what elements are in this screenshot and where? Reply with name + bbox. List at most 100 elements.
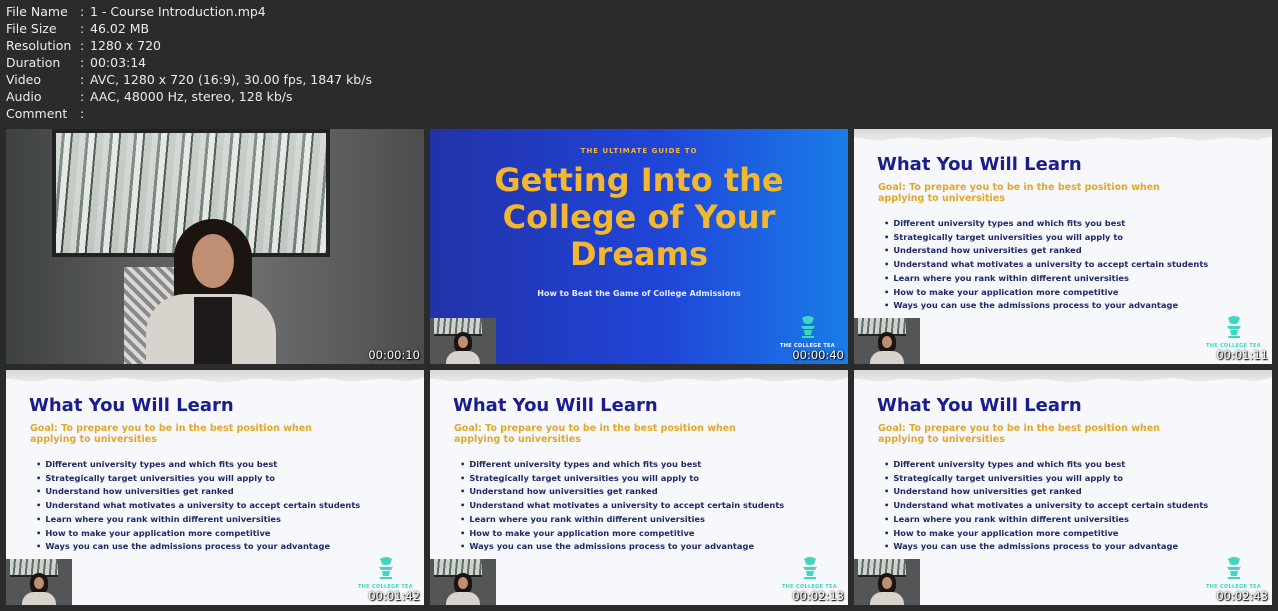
inset-face [34,577,44,589]
timestamp: 00:00:10 [368,348,420,362]
meta-separator: : [80,72,85,87]
college-tea-logo-icon [1227,316,1241,338]
file-name-row: File Name : 1 - Course Introduction.mp4 [6,3,372,20]
meta-key: Resolution [6,38,72,53]
video-thumbnail-learn-slide[interactable]: What You Will Learn Goal: To prepare you… [854,370,1272,605]
bullet-item: Different university types and which fit… [884,217,1208,231]
torn-paper-edge [430,370,848,383]
inset-body [22,592,56,605]
bullet-item: Understand how universities get ranked [460,485,784,499]
meta-value: 00:03:14 [90,55,147,70]
goal-line: Goal: To prepare you to be in the best p… [878,423,1160,434]
presenter-face [192,234,234,288]
goal-line: Goal: To prepare you to be in the best p… [30,423,312,434]
slide-title-line: Getting Into the [494,161,784,199]
inset-face [882,336,892,348]
resolution-row: Resolution : 1280 x 720 [6,37,372,54]
file-info: File Name : 1 - Course Introduction.mp4 … [6,3,372,122]
slide-heading: What You Will Learn [877,154,1082,175]
meta-separator: : [80,55,85,70]
inset-body [446,351,480,364]
presenter-inset [854,318,920,364]
bullet-item: Understand how universities get ranked [36,485,360,499]
slide-heading: What You Will Learn [877,395,1082,416]
presenter-top [194,297,232,364]
bullet-item: How to make your application more compet… [884,527,1208,541]
slide-goal: Goal: To prepare you to be in the best p… [454,423,754,445]
bullet-item: Understand what motivates a university t… [884,258,1208,272]
presenter-inset [430,318,496,364]
bullet-item: Understand what motivates a university t… [36,499,360,513]
bullet-item: Different university types and which fit… [884,458,1208,472]
file-size-row: File Size : 46.02 MB [6,20,372,37]
meta-separator: : [80,38,85,53]
slide-title-line: Dreams [569,235,709,273]
bullet-item: Ways you can use the admissions process … [460,540,784,554]
slide-goal: Goal: To prepare you to be in the best p… [878,423,1178,445]
goal-line: Goal: To prepare you to be in the best p… [454,423,736,434]
audio-row: Audio : AAC, 48000 Hz, stereo, 128 kb/s [6,88,372,105]
slide-title: Getting Into the College of Your Dreams [430,162,848,273]
bullet-list: Different university types and which fit… [884,217,1208,313]
torn-paper-edge [854,129,1272,142]
meta-key: File Name [6,4,68,19]
college-tea-logo-icon [801,316,815,338]
bullet-item: Ways you can use the admissions process … [36,540,360,554]
video-thumbnail-webcam[interactable]: 00:00:10 [6,129,424,364]
inset-body [446,592,480,605]
presenter-inset [854,559,920,605]
bullet-list: Different university types and which fit… [460,458,784,554]
video-thumbnail-title-slide[interactable]: THE ULTIMATE GUIDE TO Getting Into the C… [430,129,848,364]
video-thumbnail-learn-slide[interactable]: What You Will Learn Goal: To prepare you… [430,370,848,605]
inset-body [870,592,904,605]
bullet-item: Strategically target universities you wi… [36,472,360,486]
timestamp: 00:02:43 [1216,589,1268,603]
goal-line: applying to universities [454,434,581,445]
goal-line: applying to universities [878,193,1005,204]
slide-goal: Goal: To prepare you to be in the best p… [878,182,1178,204]
slide-goal: Goal: To prepare you to be in the best p… [30,423,330,445]
meta-key: File Size [6,21,57,36]
meta-key: Duration [6,55,61,70]
slide-title-line: College of Your [502,198,776,236]
bullet-list: Different university types and which fit… [36,458,360,554]
video-thumbnail-learn-slide[interactable]: What You Will Learn Goal: To prepare you… [6,370,424,605]
timestamp: 00:01:11 [1216,348,1268,362]
goal-line: applying to universities [878,434,1005,445]
bullet-item: How to make your application more compet… [884,286,1208,300]
inset-face [458,577,468,589]
timestamp: 00:00:40 [792,348,844,362]
bullet-item: Learn where you rank within different un… [460,513,784,527]
meta-separator: : [80,21,85,36]
duration-row: Duration : 00:03:14 [6,54,372,71]
meta-separator: : [80,4,85,19]
meta-value: 1 - Course Introduction.mp4 [90,4,266,19]
video-thumbnail-learn-slide[interactable]: What You Will Learn Goal: To prepare you… [854,129,1272,364]
torn-paper-edge [854,370,1272,383]
bullet-item: Learn where you rank within different un… [884,513,1208,527]
presenter-inset [430,559,496,605]
inset-face [458,336,468,348]
bullet-item: How to make your application more compet… [36,527,360,541]
bullet-item: Ways you can use the admissions process … [884,540,1208,554]
meta-value: AVC, 1280 x 720 (16:9), 30.00 fps, 1847 … [90,72,372,87]
slide-heading: What You Will Learn [453,395,658,416]
bullet-item: Strategically target universities you wi… [460,472,784,486]
bullet-item: Strategically target universities you wi… [884,231,1208,245]
meta-key: Video [6,72,42,87]
goal-line: applying to universities [30,434,157,445]
inset-face [882,577,892,589]
comment-row: Comment : [6,105,372,122]
college-tea-logo-icon [1227,557,1241,579]
bullet-item: Understand what motivates a university t… [460,499,784,513]
goal-line: Goal: To prepare you to be in the best p… [878,182,1160,193]
bullet-item: Understand what motivates a university t… [884,499,1208,513]
torn-paper-edge [6,370,424,383]
meta-key: Comment [6,106,68,121]
college-tea-logo-icon [379,557,393,579]
timestamp: 00:02:13 [792,589,844,603]
bullet-item: Strategically target universities you wi… [884,472,1208,486]
meta-value: 1280 x 720 [90,38,162,53]
bullet-item: Learn where you rank within different un… [884,272,1208,286]
bullet-item: Different university types and which fit… [36,458,360,472]
